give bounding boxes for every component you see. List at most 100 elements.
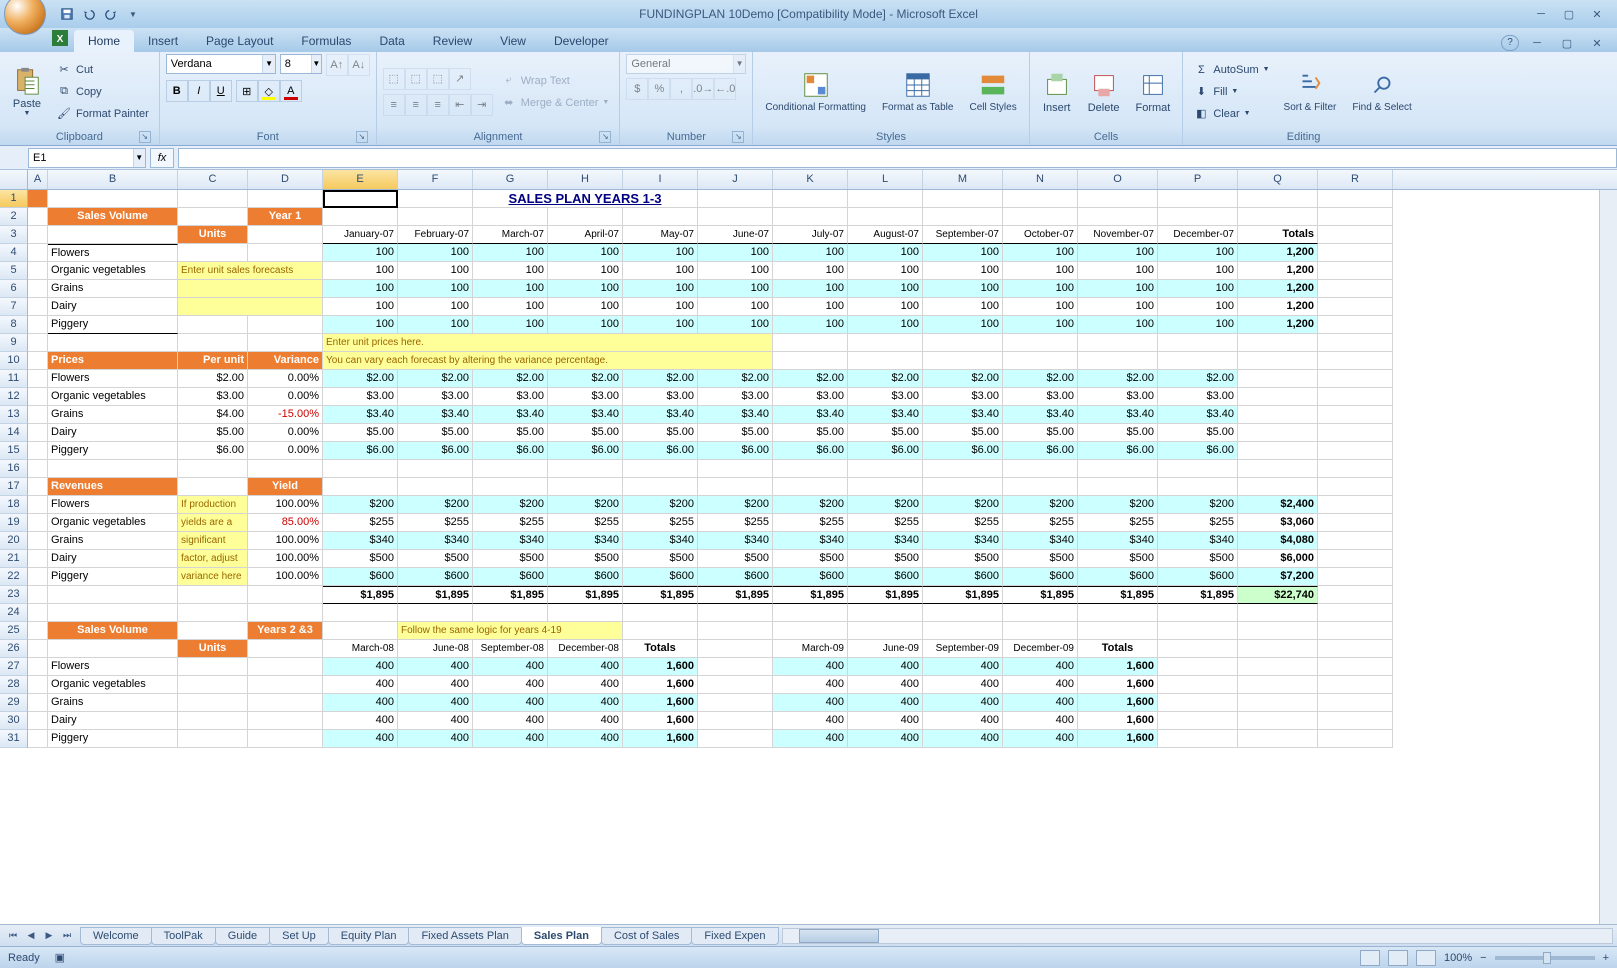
cell[interactable]: $1,895 (548, 586, 623, 604)
indent-inc-button[interactable]: ⇥ (471, 94, 493, 116)
cell[interactable] (323, 208, 398, 226)
cell[interactable]: 400 (1003, 676, 1078, 694)
cell[interactable] (1003, 478, 1078, 496)
cell[interactable]: $3.00 (1158, 388, 1238, 406)
cell[interactable]: 400 (848, 712, 923, 730)
cell[interactable]: yields are a (178, 514, 248, 532)
cell[interactable]: 400 (398, 658, 473, 676)
format-button[interactable]: Format (1130, 58, 1177, 126)
italic-button[interactable]: I (188, 80, 210, 102)
cell[interactable] (178, 316, 248, 334)
cell[interactable]: 400 (398, 676, 473, 694)
cell[interactable]: 1,200 (1238, 262, 1318, 280)
row-header[interactable]: 3 (0, 226, 28, 244)
cell[interactable]: Organic vegetables (48, 676, 178, 694)
cell[interactable] (28, 334, 48, 352)
cell[interactable]: $340 (1078, 532, 1158, 550)
cell[interactable]: 100 (698, 262, 773, 280)
cell[interactable] (1238, 424, 1318, 442)
cell[interactable]: $500 (848, 550, 923, 568)
alignment-launcher[interactable]: ↘ (599, 131, 611, 143)
cell[interactable]: $6.00 (473, 442, 548, 460)
cell[interactable]: 100 (1003, 262, 1078, 280)
cell[interactable]: 1,600 (623, 658, 698, 676)
cell-styles-button[interactable]: Cell Styles (963, 58, 1022, 126)
cell[interactable]: $5.00 (548, 424, 623, 442)
cell[interactable]: 400 (473, 730, 548, 748)
row-header[interactable]: 30 (0, 712, 28, 730)
cell[interactable]: $3.40 (923, 406, 1003, 424)
page-break-view-button[interactable] (1416, 950, 1436, 966)
cell[interactable]: 1,200 (1238, 298, 1318, 316)
cell[interactable]: $2.00 (623, 370, 698, 388)
cell[interactable]: Units (178, 640, 248, 658)
cell[interactable]: $255 (773, 514, 848, 532)
cell[interactable]: $200 (623, 496, 698, 514)
row-header[interactable]: 25 (0, 622, 28, 640)
grow-font-button[interactable]: A↑ (326, 54, 348, 76)
cell[interactable] (248, 244, 323, 262)
cell[interactable]: $600 (1078, 568, 1158, 586)
cell[interactable]: $255 (848, 514, 923, 532)
percent-button[interactable]: % (648, 78, 670, 100)
cell[interactable]: October-07 (1003, 226, 1078, 244)
cell[interactable]: $5.00 (698, 424, 773, 442)
cell[interactable]: 400 (1003, 694, 1078, 712)
cell[interactable] (923, 190, 1003, 208)
cell[interactable]: 400 (923, 676, 1003, 694)
cells-area[interactable]: SALES PLAN YEARS 1-3Sales VolumeYear 1Un… (28, 190, 1599, 924)
cell[interactable]: 400 (473, 712, 548, 730)
cell[interactable]: Dairy (48, 424, 178, 442)
cell[interactable]: Organic vegetables (48, 388, 178, 406)
cell[interactable]: 100 (1078, 262, 1158, 280)
cell[interactable] (1158, 730, 1238, 748)
cell[interactable] (178, 658, 248, 676)
align-bottom-button[interactable]: ⬚ (427, 68, 449, 90)
cell[interactable] (1003, 190, 1078, 208)
cell[interactable] (1158, 478, 1238, 496)
cell[interactable] (1158, 352, 1238, 370)
cell[interactable]: $3.40 (323, 406, 398, 424)
row-header[interactable]: 9 (0, 334, 28, 352)
font-name-combo[interactable]: ▼ (166, 54, 276, 74)
indent-dec-button[interactable]: ⇤ (449, 94, 471, 116)
cell[interactable]: May-07 (623, 226, 698, 244)
cell[interactable] (248, 658, 323, 676)
cell[interactable]: 400 (548, 676, 623, 694)
cell[interactable]: $340 (323, 532, 398, 550)
cell[interactable]: $200 (773, 496, 848, 514)
cell[interactable]: Grains (48, 694, 178, 712)
cell[interactable]: $500 (1003, 550, 1078, 568)
clipboard-launcher[interactable]: ↘ (139, 131, 151, 143)
cell[interactable] (28, 442, 48, 460)
cell[interactable] (28, 262, 48, 280)
cell[interactable] (28, 352, 48, 370)
cell[interactable]: $600 (1003, 568, 1078, 586)
cell[interactable]: $600 (848, 568, 923, 586)
cell[interactable] (178, 712, 248, 730)
cell[interactable]: 400 (548, 730, 623, 748)
cell[interactable]: Variance (248, 352, 323, 370)
cell[interactable]: Dairy (48, 712, 178, 730)
column-header[interactable]: E (323, 170, 398, 189)
cell[interactable] (28, 514, 48, 532)
font-size-combo[interactable]: ▼ (280, 54, 322, 74)
cell[interactable] (178, 586, 248, 604)
cell[interactable] (1158, 334, 1238, 352)
close-button[interactable]: ✕ (1585, 5, 1609, 23)
cell[interactable] (28, 406, 48, 424)
cell[interactable] (1158, 658, 1238, 676)
cell[interactable]: 100 (623, 244, 698, 262)
cell[interactable]: $3.00 (178, 388, 248, 406)
cell[interactable]: $500 (548, 550, 623, 568)
cell[interactable]: 400 (548, 658, 623, 676)
cell[interactable]: 1,600 (623, 676, 698, 694)
cell[interactable]: September-08 (473, 640, 548, 658)
cell[interactable]: $500 (473, 550, 548, 568)
cell[interactable]: Totals (1238, 226, 1318, 244)
cell[interactable] (28, 496, 48, 514)
cell[interactable]: $200 (1003, 496, 1078, 514)
cell[interactable] (1318, 406, 1393, 424)
cell[interactable]: $6.00 (773, 442, 848, 460)
cell[interactable]: Units (178, 226, 248, 244)
